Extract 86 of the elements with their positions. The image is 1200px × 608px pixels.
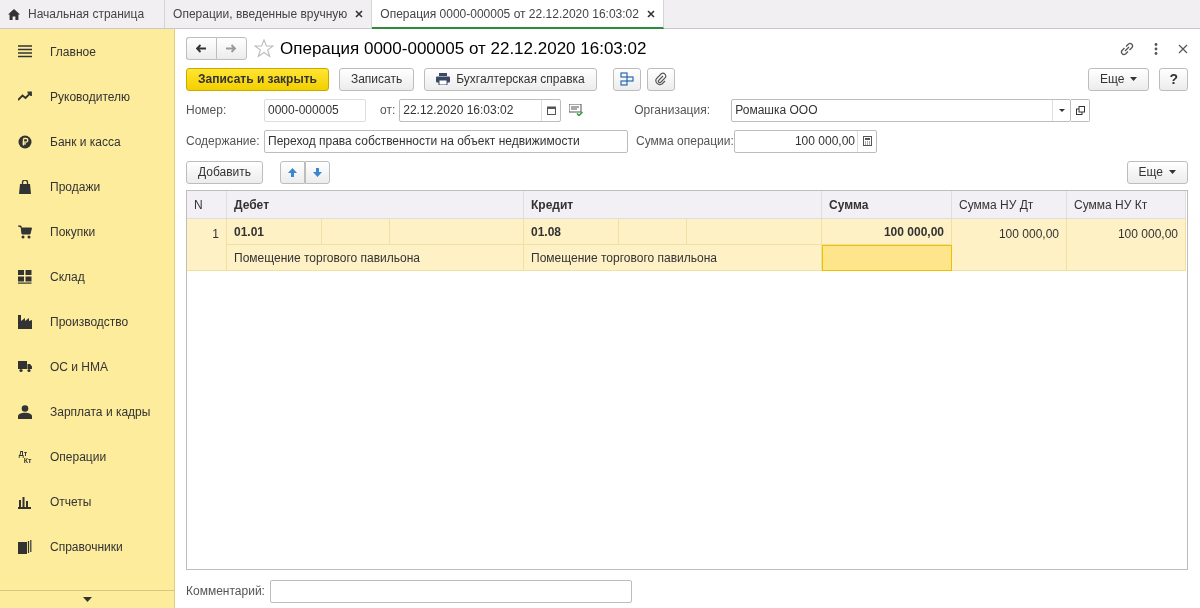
star-icon[interactable] [254, 39, 274, 58]
cart-icon [18, 224, 32, 239]
selected-cell[interactable] [822, 245, 952, 271]
sidebar-item[interactable]: Производство [0, 299, 174, 344]
help-button[interactable]: ? [1159, 67, 1188, 91]
document-check-icon[interactable] [569, 104, 584, 116]
save-and-close-button[interactable]: Записать и закрыть [186, 67, 329, 91]
organization-field[interactable]: Ромашка ООО [731, 98, 1072, 122]
table-cell: 100 000,00 [1067, 219, 1186, 271]
sidebar-item[interactable]: Руководителю [0, 74, 174, 119]
person-icon [18, 404, 32, 419]
tab[interactable]: Операция 0000-000005 от 22.12.2020 16:03:02 [372, 0, 664, 29]
sidebar-item[interactable]: ОС и НМА [0, 344, 174, 389]
open-form-icon [1075, 105, 1085, 115]
column-header[interactable]: Сумма НУ Дт [952, 191, 1067, 219]
arrow-down-icon [313, 167, 323, 177]
content-field[interactable]: Переход права собственности на объект недвижимости [264, 129, 628, 153]
calendar-icon [546, 105, 556, 115]
sidebar-item[interactable]: Главное [0, 29, 174, 74]
more-button[interactable]: Еще [1088, 67, 1150, 91]
close-icon[interactable] [647, 9, 655, 18]
field-label: от: [380, 102, 396, 119]
table-cell: 100 000,00 [822, 219, 952, 245]
table-cell: 100 000,00 [952, 219, 1067, 271]
comment-field[interactable] [269, 579, 632, 603]
table-cell: 01.08 [524, 219, 619, 245]
bag-icon [18, 179, 32, 194]
add-button[interactable]: Добавить [186, 160, 264, 184]
column-header[interactable]: Сумма НУ Кт [1067, 191, 1186, 219]
menu-icon [18, 44, 32, 59]
scroll-down-icon[interactable] [82, 597, 92, 602]
table-cell: 1 [187, 219, 227, 271]
sidebar-item[interactable]: Покупки [0, 209, 174, 254]
table-cell: 01.01 [227, 219, 322, 245]
forward-icon [226, 44, 237, 53]
caret-icon [1130, 77, 1138, 81]
save-button[interactable]: Записать [338, 67, 415, 91]
books-icon [18, 539, 32, 554]
calculator-icon [862, 136, 872, 146]
field-label: Организация: [634, 102, 711, 119]
field-label: Содержание: [186, 133, 261, 150]
more-button[interactable]: Еще [1126, 160, 1188, 184]
arrow-up-icon [288, 167, 298, 177]
structure-button[interactable] [612, 67, 641, 91]
date-field[interactable]: 22.12.2020 16:03:02 [399, 98, 562, 122]
column-header[interactable]: Сумма [822, 191, 952, 219]
field-label: Сумма операции: [636, 133, 734, 150]
home-icon [8, 8, 20, 20]
field-label: Комментарий: [186, 583, 265, 600]
sidebar-item[interactable]: Отчеты [0, 479, 174, 524]
sidebar-item[interactable]: Банк и касса [0, 119, 174, 164]
structure-icon [619, 72, 634, 86]
form-title: Операция 0000-000005 от 22.12.2020 16:03:02 [280, 37, 647, 60]
back-button[interactable] [186, 37, 216, 60]
caret-icon [1169, 170, 1176, 174]
field-label: Номер: [186, 102, 228, 119]
truck-icon [18, 359, 32, 374]
amount-field[interactable]: 100 000,00 [734, 129, 877, 153]
column-header[interactable]: Дебет [227, 191, 524, 219]
printer-icon [436, 73, 451, 85]
bars-icon [18, 494, 32, 509]
column-header[interactable]: Кредит [524, 191, 822, 219]
table-cell: Помещение торгового павильона [524, 245, 822, 271]
column-header[interactable]: N [187, 191, 227, 219]
sidebar-item[interactable]: Склад [0, 254, 174, 299]
factory-icon [18, 314, 32, 329]
paperclip-icon [653, 72, 668, 86]
close-icon[interactable] [355, 10, 364, 18]
grid-icon [18, 269, 32, 284]
move-up-button[interactable] [280, 160, 306, 184]
print-button[interactable]: Бухгалтерская справка [424, 67, 597, 91]
number-field[interactable]: 0000-000005 [264, 98, 366, 122]
sidebar-item[interactable]: Продажи [0, 164, 174, 209]
more-icon[interactable] [1154, 42, 1158, 55]
caret-icon [1058, 108, 1065, 112]
close-icon[interactable] [1178, 43, 1188, 54]
tab[interactable]: Начальная страница [0, 0, 166, 28]
move-down-button[interactable] [305, 160, 331, 184]
coin-icon [18, 134, 32, 149]
open-button[interactable] [1071, 98, 1091, 122]
back-icon [196, 44, 207, 53]
table-cell: Помещение торгового павильона [227, 245, 524, 271]
sidebar-item[interactable]: Зарплата и кадры [0, 389, 174, 434]
sidebar-item[interactable]: Справочники [0, 524, 174, 569]
link-icon[interactable] [1120, 41, 1134, 56]
attach-button[interactable] [646, 67, 675, 91]
